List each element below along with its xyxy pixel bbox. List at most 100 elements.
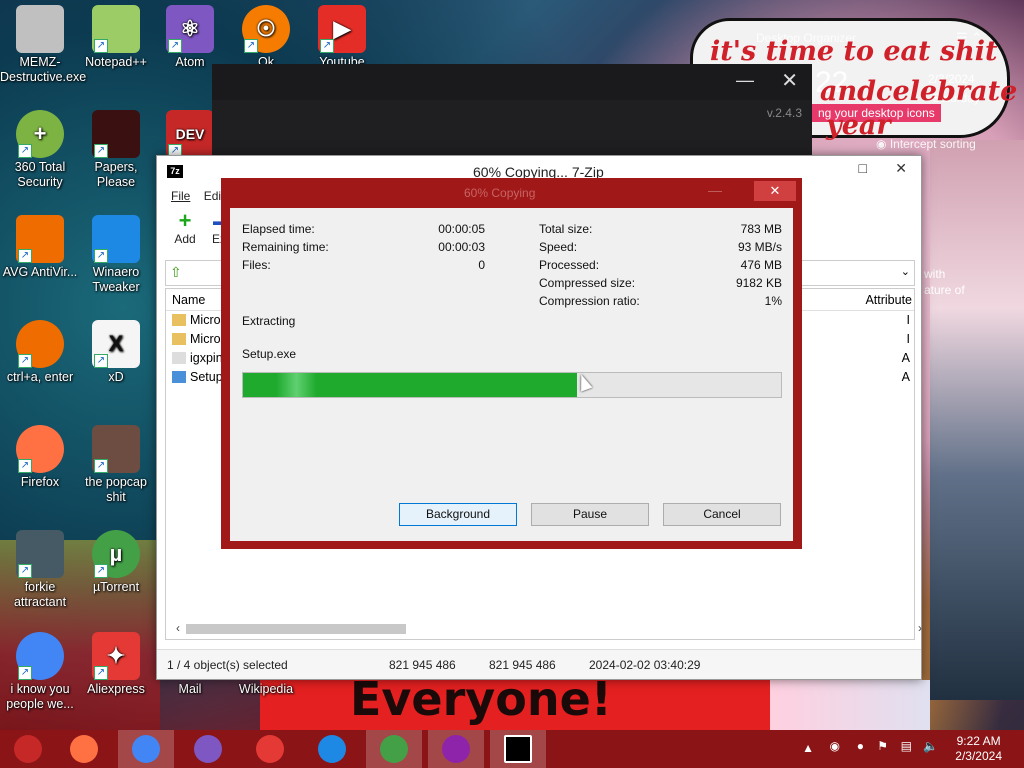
taskbar-start[interactable] (0, 730, 56, 768)
ok-icon: ☉ ↗ (242, 5, 290, 53)
dialog-body: Elapsed time: 00:00:05 Remaining time: 00:0… (230, 208, 793, 541)
taskbar-vpn[interactable] (428, 730, 484, 768)
desktop-icon-label: ctrl+a, enter (6, 370, 74, 384)
taskbar-atom[interactable] (180, 730, 236, 768)
scroll-left-icon[interactable]: ‹ (176, 621, 180, 635)
overlay-text-2: andcelebrate (820, 76, 1018, 107)
avast-tray-icon[interactable]: ◉ (830, 739, 840, 753)
column-attributes[interactable]: Attribute (865, 293, 912, 307)
stat-label: Files: (242, 258, 271, 272)
trash-icon (16, 5, 64, 53)
title-bar: — ✕ (212, 64, 812, 100)
maximize-icon[interactable]: □ (859, 160, 867, 176)
folder-icon (172, 333, 186, 345)
scroll-right-icon[interactable]: › (918, 621, 922, 635)
desktop-icon[interactable]: + ↗ 360 Total Security (0, 110, 80, 190)
shortcut-arrow-icon: ↗ (94, 354, 108, 368)
stat-value: 00:00:03 (438, 240, 485, 254)
minimize-icon[interactable]: — (736, 70, 754, 91)
file-icon (172, 371, 186, 383)
shortcut-arrow-icon: ↗ (18, 459, 32, 473)
scroll-thumb[interactable] (186, 624, 406, 634)
desktop-icon[interactable]: MEMZ-Destructive.exe (0, 5, 86, 85)
desktop-icon[interactable]: ▶ ↗ Youtube (302, 5, 382, 70)
atom-icon: ⚛ ↗ (166, 5, 214, 53)
column-name[interactable]: Name (172, 293, 205, 307)
chrome-icon (132, 735, 160, 763)
status-selected: 1 / 4 object(s) selected (167, 658, 288, 672)
aliexpress-icon: ✦ ↗ (92, 632, 140, 680)
up-folder-icon[interactable]: ⇧ (170, 264, 182, 281)
shortcut-arrow-icon: ↗ (320, 39, 334, 53)
cancel-button[interactable]: Cancel (663, 503, 781, 526)
shortcut-arrow-icon: ↗ (18, 249, 32, 263)
clock[interactable]: 9:22 AM 2/3/2024 (955, 734, 1002, 764)
taskbar-firefox[interactable] (56, 730, 112, 768)
desktop-icon-label: Notepad++ (85, 55, 147, 69)
flag-icon[interactable]: ⚑ (877, 739, 888, 753)
7zip-icon: 7z (167, 165, 183, 178)
security-tray-icon[interactable]: ● (857, 739, 864, 753)
close-icon[interactable]: ✕ (781, 68, 798, 93)
stat-label: Processed: (539, 258, 600, 272)
xd-icon: X ↗ (92, 320, 140, 368)
7zip-icon (504, 735, 532, 763)
minimize-icon[interactable]: — (708, 182, 722, 198)
file-attribute: A (901, 370, 910, 384)
chevron-down-icon[interactable]: ⌄ (901, 265, 910, 278)
desktop-icon[interactable]: ↗ Notepad++ (76, 5, 156, 70)
banner-right (770, 680, 930, 730)
close-icon[interactable]: ✕ (895, 160, 907, 177)
desktop-icon[interactable]: ↗ Papers, Please (76, 110, 156, 190)
volume-icon[interactable]: 🔈 (923, 739, 938, 753)
utorrent-icon (380, 735, 408, 763)
desktop-icon[interactable]: ↗ forkie attractant (0, 530, 80, 610)
desktop-organizer-window: — ✕ v.2.4.3 (212, 64, 812, 160)
shortcut-arrow-icon: ↗ (18, 354, 32, 368)
desktop-icon[interactable]: ↗ the popcap shit (76, 425, 156, 505)
current-file-label: Setup.exe (242, 347, 297, 361)
pause-button[interactable]: Pause (531, 503, 649, 526)
file-attribute: I (906, 332, 910, 346)
chevron-up-icon[interactable]: ▲ (802, 741, 814, 755)
status-modified: 2024-02-02 03:40:29 (589, 658, 701, 672)
stat-label: Compressed size: (539, 276, 636, 290)
stat-label: Compression ratio: (539, 294, 640, 308)
desktop-icon[interactable]: ↗ Winaero Tweaker (76, 215, 156, 295)
status-packed: 821 945 486 (489, 658, 556, 672)
add-button[interactable]: + Add (167, 208, 203, 247)
desktop-icon[interactable]: ✦ ↗ Aliexpress (76, 632, 156, 697)
desktop-icon[interactable]: ⚛ ↗ Atom (150, 5, 230, 70)
desktop-icon[interactable]: ↗ ctrl+a, enter (0, 320, 80, 385)
horizontal-scrollbar[interactable]: ‹ › (176, 621, 922, 637)
shortcut-arrow-icon: ↗ (94, 249, 108, 263)
desktop-icon[interactable]: ☉ ↗ Ok (226, 5, 306, 70)
taskbar-chrome[interactable] (118, 730, 174, 768)
desktop-icon[interactable]: ↗ AVG AntiVir... (0, 215, 80, 280)
desktop-icon-label: Firefox (20, 475, 60, 489)
background-button[interactable]: Background (399, 503, 517, 526)
papers-icon: ↗ (92, 110, 140, 158)
stat-value: 9182 KB (735, 276, 782, 290)
desktop-icon[interactable]: ↗ i know you people we... (0, 632, 80, 712)
desktop-icon[interactable]: µ ↗ µTorrent (76, 530, 156, 595)
taskbar-opera[interactable] (242, 730, 298, 768)
taskbar-7zip[interactable] (490, 730, 546, 768)
dialog-title: 60% Copying (464, 186, 536, 200)
stat-value: 93 MB/s (737, 240, 782, 254)
operation-label: Extracting (242, 314, 296, 328)
file-attribute: A (901, 351, 910, 365)
taskbar-mail[interactable] (304, 730, 360, 768)
folder-icon (172, 314, 186, 326)
desktop-icon[interactable]: ↗ Firefox (0, 425, 80, 490)
desktop-icon[interactable]: X ↗ xD (76, 320, 156, 385)
network-icon[interactable]: ▤ (901, 739, 912, 753)
utorrent-icon: µ ↗ (92, 530, 140, 578)
desktop-icon-label: AVG AntiVir... (2, 265, 78, 279)
dialog-close-button[interactable]: ✕ (754, 181, 796, 201)
progress-fill (243, 373, 577, 397)
desktop-icon-label: Wikipedia (238, 682, 294, 696)
plus-icon: + (178, 208, 192, 233)
taskbar-utorrent[interactable] (366, 730, 422, 768)
menu-file[interactable]: File (171, 189, 190, 203)
